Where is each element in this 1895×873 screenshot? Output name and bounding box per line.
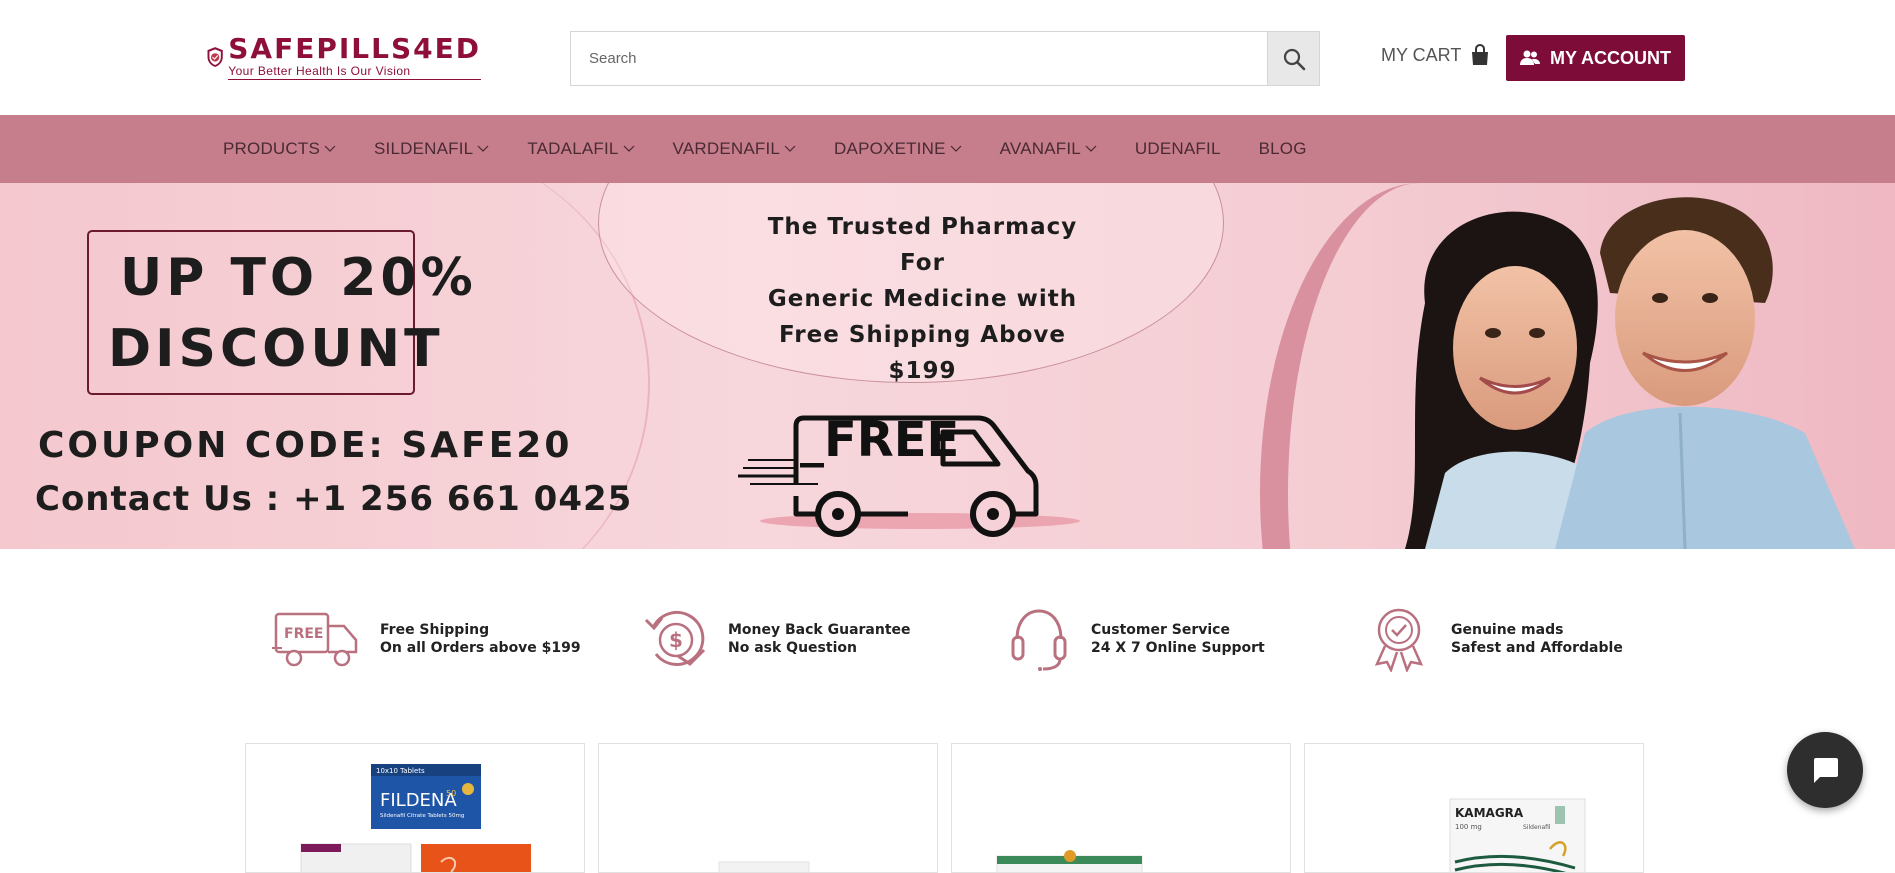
search-input[interactable] <box>571 32 1267 85</box>
chevron-down-icon <box>784 145 796 152</box>
svg-text:100 mg: 100 mg <box>1455 823 1482 831</box>
nav-item-dapoxetine[interactable]: DAPOXETINE <box>834 139 962 159</box>
chevron-down-icon <box>324 145 336 152</box>
nav-label: TADALAFIL <box>527 139 619 158</box>
logo-tagline: Your Better Health Is Our Vision <box>228 64 481 80</box>
search-icon <box>1283 48 1305 70</box>
discount-headline: UP TO 20% <box>120 248 477 308</box>
product-card[interactable] <box>598 743 938 873</box>
coupon-code: COUPON CODE: SAFE20 <box>38 425 573 466</box>
feature-title: Money Back Guarantee <box>728 622 911 638</box>
trusted-pharmacy-text: The Trusted Pharmacy For Generic Medicin… <box>760 209 1085 389</box>
feature-money-back: $ Money Back Guarantee No ask Question <box>640 604 911 674</box>
nav-label: BLOG <box>1258 139 1307 158</box>
promo-banner[interactable]: UP TO 20% DISCOUNT COUPON CODE: SAFE20 C… <box>0 183 1895 549</box>
site-header: SAFEPILLS4ED Your Better Health Is Our V… <box>0 0 1895 115</box>
nav-label: VARDENAFIL <box>672 139 781 158</box>
site-logo[interactable]: SAFEPILLS4ED Your Better Health Is Our V… <box>206 28 481 86</box>
headset-icon <box>1011 609 1067 671</box>
svg-text:50: 50 <box>446 789 456 798</box>
main-nav: PRODUCTS SILDENAFIL TADALAFIL VARDENAFIL… <box>0 115 1895 183</box>
product-image <box>718 861 810 872</box>
my-cart-link[interactable]: MY CART <box>1381 44 1491 66</box>
nav-item-vardenafil[interactable]: VARDENAFIL <box>673 139 797 159</box>
product-image: KAMAGRA 100 mg Sildenafil <box>1449 798 1586 872</box>
feature-subtitle: No ask Question <box>728 640 857 656</box>
trusted-line: The Trusted Pharmacy For <box>767 214 1078 276</box>
chat-bubble-icon <box>1814 758 1838 783</box>
svg-text:Sildenafil Citrate Tablets 50m: Sildenafil Citrate Tablets 50mg <box>380 813 464 819</box>
feature-title: Genuine mads <box>1451 622 1564 638</box>
svg-text:KAMAGRA: KAMAGRA <box>1455 806 1524 820</box>
free-delivery-truck-icon: _FREE <box>738 412 1039 537</box>
product-card[interactable]: KAMAGRA 100 mg Sildenafil <box>1304 743 1644 873</box>
product-card[interactable] <box>951 743 1291 873</box>
chevron-down-icon <box>950 145 962 152</box>
product-card[interactable]: 10x10 Tablets FILDENA 50 Sildenafil Citr… <box>245 743 585 873</box>
chevron-down-icon <box>623 145 634 152</box>
trusted-line: Generic Medicine with <box>767 286 1078 312</box>
chevron-down-icon <box>1085 145 1097 152</box>
nav-item-products[interactable]: PRODUCTS <box>223 139 336 159</box>
product-grid: 10x10 Tablets FILDENA 50 Sildenafil Citr… <box>0 739 1895 873</box>
nav-item-blog[interactable]: BLOG <box>1259 139 1307 159</box>
product-image: 10x10 Tablets FILDENA 50 Sildenafil Citr… <box>300 764 531 872</box>
nav-label: SILDENAFIL <box>374 139 474 158</box>
nav-item-sildenafil[interactable]: SILDENAFIL <box>374 139 489 159</box>
chat-button[interactable] <box>1787 732 1863 808</box>
logo-name: SAFEPILLS4ED <box>228 32 481 65</box>
feature-title: Customer Service <box>1091 622 1230 638</box>
shopping-bag-icon <box>1472 44 1489 65</box>
feature-title: Free Shipping <box>380 622 490 638</box>
search-button[interactable] <box>1267 32 1319 85</box>
nav-label: AVANAFIL <box>999 139 1081 158</box>
feature-genuine-meds: Genuine mads Safest and Affordable <box>1365 604 1623 674</box>
svg-text:$: $ <box>669 628 683 652</box>
nav-label: DAPOXETINE <box>834 139 946 158</box>
feature-customer-service: Customer Service 24 X 7 Online Support <box>1005 604 1265 674</box>
users-icon <box>1520 50 1540 65</box>
chevron-down-icon <box>477 145 489 152</box>
nav-label: UDENAFIL <box>1134 139 1221 158</box>
nav-item-udenafil[interactable]: UDENAFIL <box>1135 139 1221 159</box>
award-badge-icon <box>1374 608 1424 672</box>
cart-label: MY CART <box>1381 44 1462 65</box>
svg-text:FREE: FREE <box>284 626 323 642</box>
my-account-button[interactable]: MY ACCOUNT <box>1506 35 1685 81</box>
features-strip: FREE Free Shipping On all Orders above $… <box>0 549 1895 739</box>
search-bar <box>570 31 1320 86</box>
feature-subtitle: On all Orders above $199 <box>380 640 581 656</box>
nav-label: PRODUCTS <box>223 139 320 158</box>
nav-item-avanafil[interactable]: AVANAFIL <box>1000 139 1097 159</box>
my-account-label: MY ACCOUNT <box>1550 47 1671 68</box>
svg-text:_FREE: _FREE <box>800 412 959 468</box>
feature-subtitle: 24 X 7 Online Support <box>1091 640 1265 656</box>
svg-text:Sildenafil: Sildenafil <box>1523 824 1551 831</box>
trusted-line: Free Shipping Above $199 <box>779 322 1066 384</box>
feature-subtitle: Safest and Affordable <box>1451 640 1623 656</box>
couple-photo <box>1405 197 1855 549</box>
nav-item-tadalafil[interactable]: TADALAFIL <box>527 139 634 159</box>
free-shipping-truck-icon: FREE <box>272 612 358 667</box>
feature-free-shipping: FREE Free Shipping On all Orders above $… <box>272 604 581 674</box>
discount-headline: DISCOUNT <box>108 319 444 379</box>
money-back-icon: $ <box>644 610 706 666</box>
contact-number: Contact Us : +1 256 661 0425 <box>35 479 633 519</box>
product-image <box>996 850 1143 872</box>
shield-logo-icon <box>207 47 223 67</box>
svg-text:10x10 Tablets: 10x10 Tablets <box>376 767 425 775</box>
